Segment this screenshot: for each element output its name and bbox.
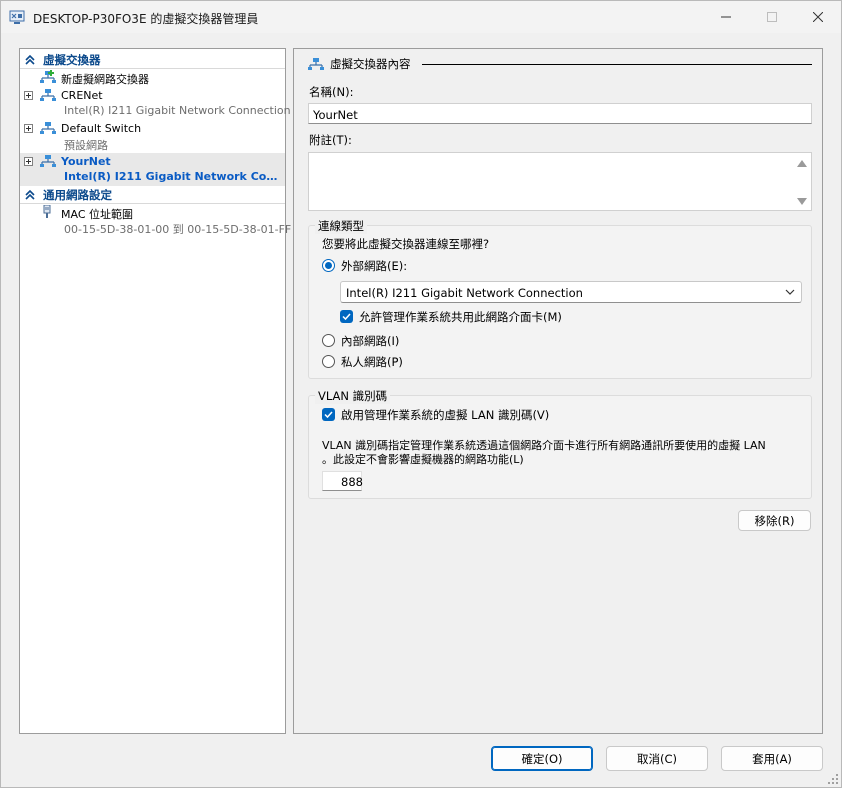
tree-item-detail: Intel(R) I211 Gigabit Network Connection: [64, 104, 291, 117]
scroll-down-icon[interactable]: [797, 198, 807, 205]
tree-item-detail: 00-15-5D-38-01-00 到 00-15-5D-38-01-FF: [64, 223, 292, 236]
cancel-button[interactable]: 取消(C): [606, 746, 708, 771]
connection-type-legend: 連線類型: [315, 218, 367, 234]
scroll-up-icon[interactable]: [797, 160, 807, 167]
section-title-label: 虛擬交換器內容: [330, 57, 411, 71]
allow-management-os-label[interactable]: 允許管理作業系統共用此網路介面卡(M): [359, 309, 562, 325]
name-input[interactable]: YourNet: [308, 103, 812, 124]
collapse-chevron-icon: [25, 54, 35, 65]
tree-item-label: YourNet: [61, 155, 111, 168]
tree-item-label: CRENet: [61, 89, 103, 102]
vlan-id-input[interactable]: 888: [322, 471, 363, 491]
minimize-button[interactable]: [703, 1, 749, 33]
window-title: DESKTOP-P30FO3E 的虛擬交換器管理員: [33, 12, 259, 26]
chevron-down-icon: [785, 289, 795, 295]
tree-item-default-switch[interactable]: Default Switch 預設網路: [20, 120, 285, 153]
tree-item-detail: 預設網路: [64, 139, 108, 152]
expand-plus-icon[interactable]: [24, 157, 33, 166]
vlan-id-legend: VLAN 識別碼: [315, 388, 391, 404]
title-bar[interactable]: DESKTOP-P30FO3E 的虛擬交換器管理員: [1, 1, 841, 33]
remove-button[interactable]: 移除(R): [738, 510, 811, 531]
tree-item-label: 新虛擬網路交換器: [61, 73, 149, 86]
notes-input[interactable]: [308, 152, 812, 211]
private-network-label[interactable]: 私人網路(P): [341, 354, 403, 370]
network-adapter-select[interactable]: Intel(R) I211 Gigabit Network Connection: [340, 281, 802, 303]
tree-item-yournet[interactable]: YourNet Intel(R) I211 Gigabit Network Co…: [20, 153, 285, 186]
internal-network-label[interactable]: 內部網路(I): [341, 333, 399, 349]
maximize-button: [749, 1, 795, 33]
tree-item-crenet[interactable]: CRENet Intel(R) I211 Gigabit Network Con…: [20, 87, 291, 120]
virtual-switch-manager-icon: [9, 9, 25, 25]
vlan-id-group: VLAN 識別碼 啟用管理作業系統的虛擬 LAN 識別碼(V) VLAN 識別碼…: [308, 388, 812, 499]
switch-tree[interactable]: 虛擬交換器 新虛擬網路交換器 CRENet Intel(R) I211 Giga…: [19, 48, 291, 734]
tree-item-label: MAC 位址範圍: [61, 208, 133, 221]
internal-network-radio[interactable]: [322, 334, 335, 347]
expand-plus-icon[interactable]: [24, 91, 33, 100]
tree-header-label: 虛擬交換器: [43, 52, 101, 67]
collapse-chevron-icon: [25, 189, 35, 200]
tree-item-new-switch[interactable]: 新虛擬網路交換器: [20, 69, 285, 86]
notes-label: 附註(T):: [309, 133, 352, 147]
tree-item-label: Default Switch: [61, 122, 142, 135]
ok-button[interactable]: 確定(O): [491, 746, 593, 771]
network-switch-icon: [40, 122, 56, 134]
network-adapter-icon: [43, 205, 51, 218]
tree-item-mac-range[interactable]: MAC 位址範圍 00-15-5D-38-01-00 到 00-15-5D-38…: [20, 204, 291, 237]
network-switch-icon: [308, 58, 324, 70]
external-network-label[interactable]: 外部網路(E):: [341, 258, 407, 274]
vlan-description-line2: 。此設定不會影響虛擬機器的網路功能(L): [322, 453, 524, 466]
network-switch-icon: [40, 155, 56, 167]
connection-question: 您要將此虛擬交換器連線至哪裡?: [322, 237, 490, 251]
external-network-radio[interactable]: [322, 259, 335, 272]
tree-header-label: 通用網路設定: [43, 187, 112, 202]
allow-management-os-checkbox[interactable]: [340, 310, 353, 323]
close-button[interactable]: [795, 1, 841, 33]
expand-plus-icon[interactable]: [24, 124, 33, 133]
enable-vlan-checkbox[interactable]: [322, 408, 335, 421]
section-title: 虛擬交換器內容: [308, 56, 411, 72]
resize-grip-icon[interactable]: [827, 773, 839, 785]
private-network-radio[interactable]: [322, 355, 335, 368]
tree-header-virtual-switches[interactable]: 虛擬交換器: [20, 51, 285, 68]
tree-item-detail: Intel(R) I211 Gigabit Network Connection: [64, 170, 282, 183]
new-switch-icon: [40, 70, 56, 83]
network-adapter-value: Intel(R) I211 Gigabit Network Connection: [346, 286, 583, 300]
connection-type-group: 連線類型 您要將此虛擬交換器連線至哪裡? 外部網路(E): Intel(R) I…: [308, 218, 812, 379]
virtual-switch-manager-window: DESKTOP-P30FO3E 的虛擬交換器管理員 虛擬交換器 新虛擬網路交換器…: [0, 0, 842, 788]
network-switch-icon: [40, 89, 56, 101]
apply-button[interactable]: 套用(A): [721, 746, 823, 771]
switch-properties-panel: 虛擬交換器內容 名稱(N): YourNet 附註(T): 連線類型 您要將此虛…: [293, 48, 823, 734]
divider: [422, 64, 812, 65]
name-label: 名稱(N):: [309, 85, 354, 99]
tree-header-global-network-settings[interactable]: 通用網路設定: [20, 186, 285, 203]
enable-vlan-label[interactable]: 啟用管理作業系統的虛擬 LAN 識別碼(V): [341, 407, 549, 423]
